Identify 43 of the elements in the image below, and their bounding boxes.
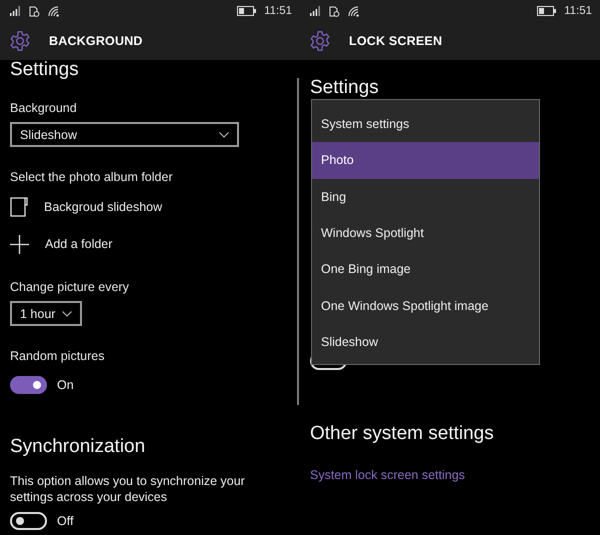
menu-item[interactable]: Windows Spotlight — [312, 214, 539, 252]
setting-label: Random pictures — [10, 348, 104, 365]
chevron-icon — [62, 310, 72, 316]
sim-icon — [329, 6, 340, 16]
dropdown-box[interactable]: 1 hour — [10, 301, 82, 326]
folder-item[interactable]: Backgroud slideshow — [44, 200, 162, 214]
status-time: 11:51 — [264, 5, 292, 17]
scrollbar[interactable] — [297, 78, 299, 405]
wifi-icon — [48, 6, 60, 16]
chevron-icon — [219, 132, 229, 138]
status-time: 11:51 — [564, 5, 592, 17]
gear-icon — [9, 30, 31, 52]
page-title: LOCK SCREEN — [349, 34, 442, 48]
toggle-state: On — [57, 378, 74, 392]
setting-label: Change picture every — [10, 279, 129, 296]
description-text: This option allows you to synchronize your settings across your devices — [10, 473, 246, 505]
page-title: BACKGROUND — [49, 34, 143, 48]
signal-icon — [310, 6, 321, 16]
toggle-state: Off — [57, 514, 74, 528]
dropdown-box[interactable]: Slideshow — [10, 122, 239, 147]
menu-item[interactable]: Bing — [312, 178, 539, 215]
signal-icon — [10, 6, 21, 16]
setting-label: Select the photo album folder — [10, 169, 173, 186]
section-heading: Settings — [310, 76, 379, 100]
section-heading: Synchronization — [10, 435, 146, 459]
setting-label: Background — [10, 100, 77, 117]
toggle-switch[interactable] — [10, 376, 47, 394]
plus-icon — [10, 234, 29, 254]
menu-item[interactable]: One Windows Spotlight image — [312, 287, 539, 324]
menu-item[interactable]: Photo — [312, 142, 539, 179]
section-heading: Other system settings — [310, 422, 494, 446]
menu-item[interactable]: Slideshow — [312, 324, 539, 360]
battery-icon — [537, 6, 556, 16]
menu-item[interactable]: System settings — [312, 106, 539, 142]
sim-icon — [29, 6, 40, 16]
section-heading: Settings — [10, 58, 79, 82]
wifi-icon — [348, 6, 360, 16]
menu-item[interactable]: One Bing image — [312, 251, 539, 288]
add-folder-button[interactable]: Add a folder — [45, 237, 112, 251]
gear-icon — [309, 30, 331, 52]
battery-icon — [237, 6, 256, 16]
settings-link[interactable]: System lock screen settings — [310, 466, 465, 484]
folder-icon — [10, 197, 28, 217]
